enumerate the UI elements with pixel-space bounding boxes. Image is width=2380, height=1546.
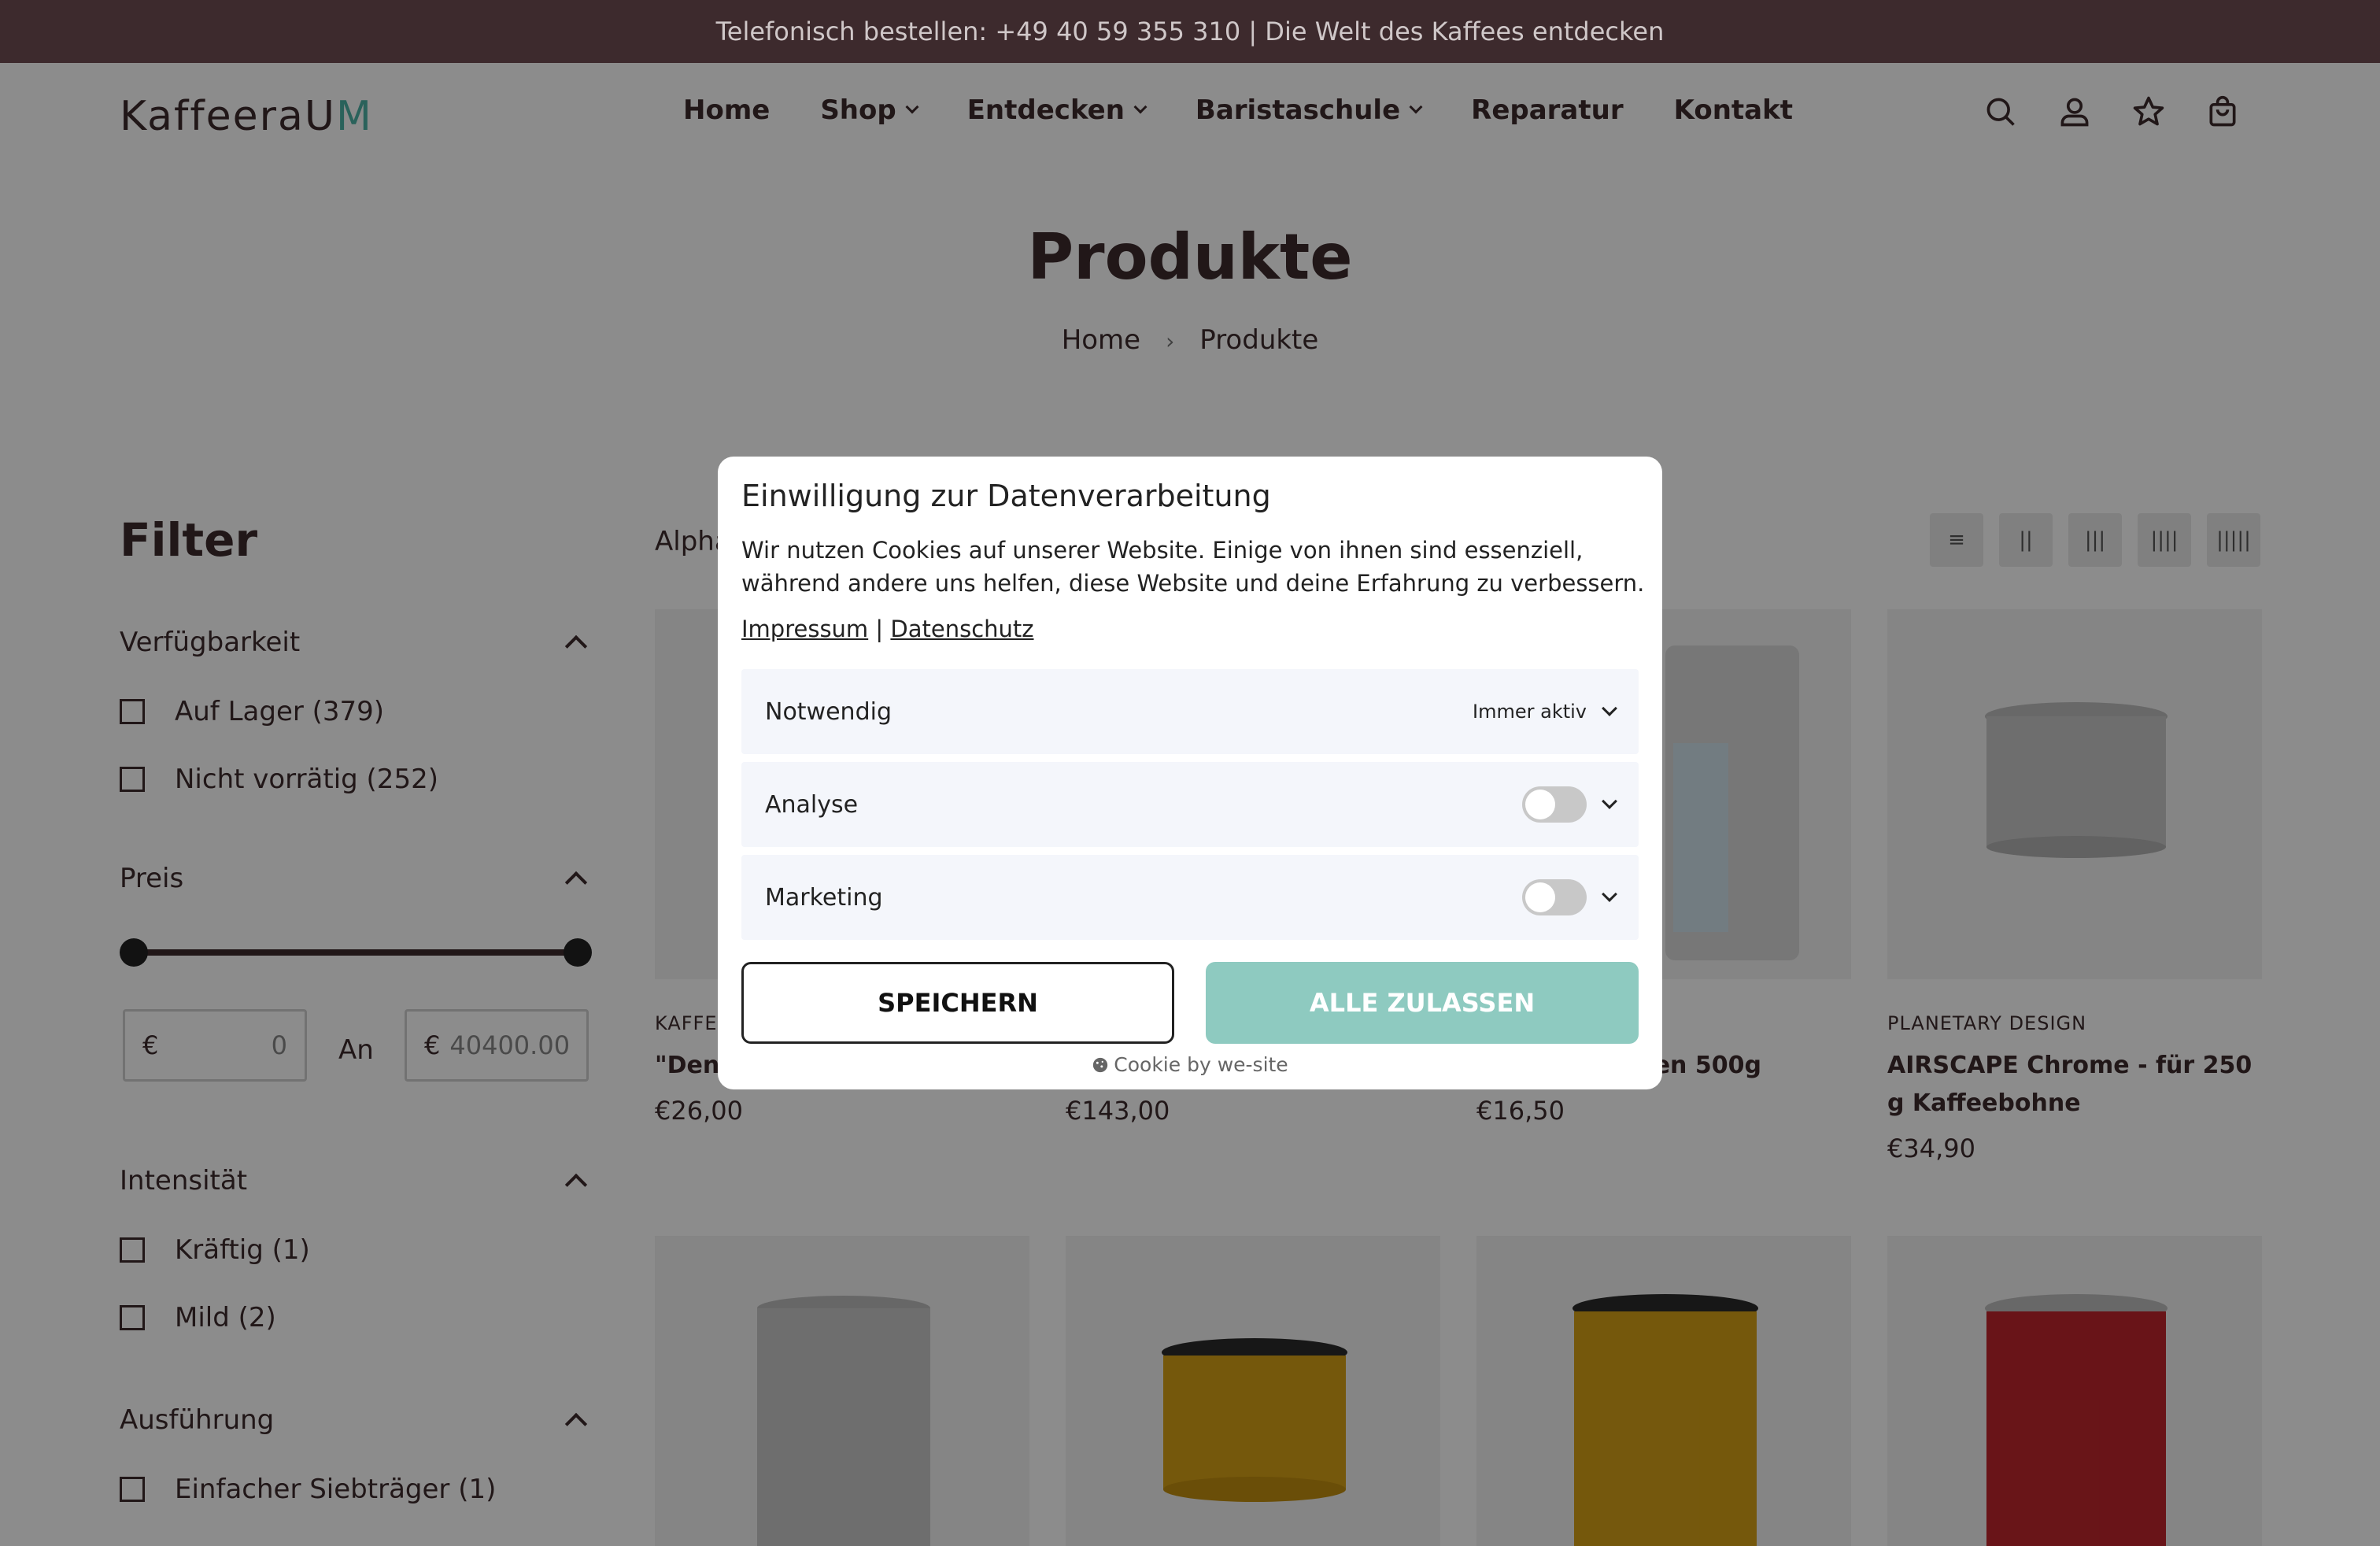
accept-all-button[interactable]: ALLE ZULASSEN [1206, 962, 1639, 1044]
top-announcement-bar: Telefonisch bestellen: +49 40 59 355 310… [0, 0, 2380, 63]
consent-category-analyse[interactable]: Analyse [741, 762, 1639, 847]
consent-category-label: Analyse [765, 790, 859, 819]
always-active-status: Immer aktiv [1473, 701, 1587, 723]
save-button[interactable]: SPEICHERN [741, 962, 1174, 1044]
consent-category-notwendig[interactable]: Notwendig Immer aktiv [741, 669, 1639, 754]
datenschutz-link[interactable]: Datenschutz [890, 616, 1033, 642]
chevron-down-icon[interactable] [1602, 886, 1617, 902]
consent-category-marketing[interactable]: Marketing [741, 855, 1639, 940]
marketing-toggle[interactable] [1522, 879, 1587, 915]
impressum-link[interactable]: Impressum [741, 616, 868, 642]
link-separator: | [875, 616, 884, 642]
announcement-text: Telefonisch bestellen: +49 40 59 355 310… [715, 17, 1665, 46]
consent-description: Wir nutzen Cookies auf unserer Website. … [741, 537, 1645, 597]
chevron-down-icon[interactable] [1602, 701, 1617, 716]
consent-footer-text: Cookie by we-site [1114, 1053, 1288, 1076]
chevron-down-icon[interactable] [1602, 793, 1617, 809]
consent-footer[interactable]: Cookie by we-site [718, 1053, 1662, 1076]
consent-title: Einwilligung zur Datenverarbeitung [741, 479, 1271, 513]
cookie-icon [1093, 1057, 1108, 1073]
analyse-toggle[interactable] [1522, 786, 1587, 823]
cookie-consent-dialog: Einwilligung zur Datenverarbeitung Wir n… [718, 457, 1662, 1089]
consent-category-label: Notwendig [765, 697, 892, 726]
consent-category-label: Marketing [765, 883, 883, 912]
consent-links: Impressum | Datenschutz [741, 616, 1034, 642]
